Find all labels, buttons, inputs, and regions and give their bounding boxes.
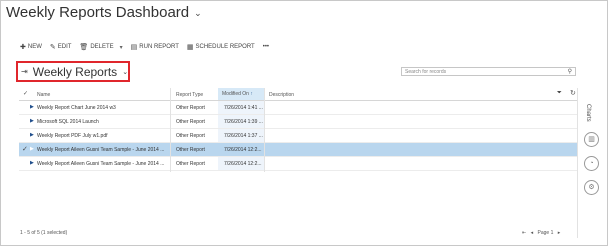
cell-modified-on: 7/26/2014 1:39 ...	[224, 119, 263, 125]
cell-name[interactable]: Weekly Report Aileen Gusni Team Sample -…	[37, 147, 164, 153]
column-header-report-type[interactable]: Report Type	[176, 92, 203, 98]
grid-header: ✓ Name Report Type Modified On ↑ Descrip…	[19, 88, 578, 101]
cell-modified-on: 7/26/2014 1:41 ...	[224, 105, 263, 111]
row-check-icon[interactable]: ✓	[22, 145, 28, 153]
cell-name[interactable]: Weekly Report Aileen Gusni Team Sample -…	[37, 161, 164, 167]
chevron-down-icon[interactable]: ⌄	[194, 8, 202, 18]
edit-label: EDIT	[57, 44, 72, 50]
search-input[interactable]: Search for records ⚲	[401, 67, 576, 76]
row-expand-icon[interactable]: ▶	[30, 104, 34, 110]
pager: ⇤ ◂ Page 1 ▸	[522, 230, 563, 236]
column-divider	[170, 88, 171, 172]
chevron-down-icon: ⌄	[122, 68, 129, 76]
record-count-status: 1 - 5 of 5 (1 selected)	[20, 230, 68, 236]
page-title[interactable]: Weekly Reports Dashboard ⌄	[6, 4, 202, 21]
cell-report-type: Other Report	[176, 147, 205, 153]
schedule-report-button[interactable]: ▦ SCHEDULE REPORT	[187, 43, 255, 51]
view-name: Weekly Reports	[32, 64, 118, 79]
pie-chart-icon[interactable]: ◔	[584, 156, 599, 171]
column-header-modified-on[interactable]: Modified On ↑	[218, 88, 264, 100]
search-placeholder: Search for records	[405, 69, 447, 75]
previous-page-icon[interactable]: ◂	[531, 230, 534, 236]
trash-icon: 🗑	[79, 44, 89, 51]
cell-report-type: Other Report	[176, 119, 205, 125]
cell-report-type: Other Report	[176, 105, 205, 111]
settings-chart-icon[interactable]: ⚙	[584, 180, 599, 195]
report-icon: ▤	[130, 44, 138, 51]
next-page-icon[interactable]: ▸	[558, 230, 561, 236]
delete-dropdown-caret-icon[interactable]: ▾	[120, 44, 123, 51]
run-report-button[interactable]: ▤ RUN REPORT	[131, 43, 179, 51]
select-all-check-icon[interactable]: ✓	[23, 90, 28, 97]
row-expand-icon[interactable]: ▶	[30, 118, 34, 124]
column-header-name[interactable]: Name	[37, 92, 50, 98]
cell-name[interactable]: Weekly Report Chart June 2014 w3	[37, 105, 116, 111]
table-row-selected[interactable]: ✓ ▶ Weekly Report Aileen Gusni Team Samp…	[19, 143, 578, 157]
refresh-icon[interactable]: ↻	[570, 89, 576, 97]
modified-on-label: Modified On	[222, 91, 249, 97]
records-grid: ✓ Name Report Type Modified On ↑ Descrip…	[19, 88, 578, 171]
cell-modified-on: 7/26/2014 12:2...	[224, 161, 262, 167]
page-label: Page 1	[537, 230, 554, 236]
page-title-text: Weekly Reports Dashboard	[6, 4, 190, 21]
pin-icon[interactable]: ⇥	[21, 67, 28, 76]
table-row[interactable]: ▶ Weekly Report PDF July w1.pdf Other Re…	[19, 129, 578, 143]
schedule-report-label: SCHEDULE REPORT	[195, 44, 255, 50]
charts-pane: Charts ▥ ◔ ⚙	[577, 88, 605, 238]
delete-button[interactable]: 🗑 DELETE ▾	[79, 43, 122, 51]
column-divider	[264, 88, 265, 172]
edit-button[interactable]: ✎ EDIT	[50, 43, 72, 51]
row-expand-icon[interactable]: ▶	[30, 132, 34, 138]
delete-label: DELETE	[90, 44, 114, 50]
cell-modified-on: 7/26/2014 1:37 ...	[224, 133, 263, 139]
table-row[interactable]: ▶ Microsoft SQL 2014 Launch Other Report…	[19, 115, 578, 129]
cell-report-type: Other Report	[176, 133, 205, 139]
command-bar: ✚ NEW ✎ EDIT 🗑 DELETE ▾ ▤ RUN REPORT ▦ SCHEDUL…	[20, 41, 277, 53]
plus-icon: ✚	[20, 44, 26, 51]
table-row[interactable]: ▶ Weekly Report Aileen Gusni Team Sample…	[19, 157, 578, 171]
new-button[interactable]: ✚ NEW	[20, 43, 42, 51]
new-label: NEW	[27, 44, 42, 50]
schedule-icon: ▦	[186, 44, 194, 51]
filter-icon[interactable]: ⏷	[557, 90, 562, 97]
search-icon[interactable]: ⚲	[568, 68, 572, 75]
table-row[interactable]: ▶ Weekly Report Chart June 2014 w3 Other…	[19, 101, 578, 115]
run-report-label: RUN REPORT	[139, 44, 179, 50]
more-label: •••	[262, 44, 270, 50]
sort-ascending-icon: ↑	[250, 91, 253, 97]
view-selector[interactable]: ⇥ Weekly Reports ⌄	[16, 61, 130, 82]
pencil-icon: ✎	[49, 44, 56, 51]
column-header-description[interactable]: Description	[269, 92, 294, 98]
cell-report-type: Other Report	[176, 161, 205, 167]
more-commands-button[interactable]: •••	[263, 44, 269, 50]
cell-modified-on: 7/26/2014 12:2...	[224, 147, 262, 153]
row-expand-icon[interactable]: ▶	[30, 146, 34, 152]
row-expand-icon[interactable]: ▶	[30, 160, 34, 166]
charts-pane-label[interactable]: Charts	[585, 104, 591, 122]
cell-name[interactable]: Weekly Report PDF July w1.pdf	[37, 133, 108, 139]
first-page-icon[interactable]: ⇤	[522, 230, 526, 236]
bar-chart-icon[interactable]: ▥	[584, 132, 599, 147]
cell-name[interactable]: Microsoft SQL 2014 Launch	[37, 119, 99, 125]
